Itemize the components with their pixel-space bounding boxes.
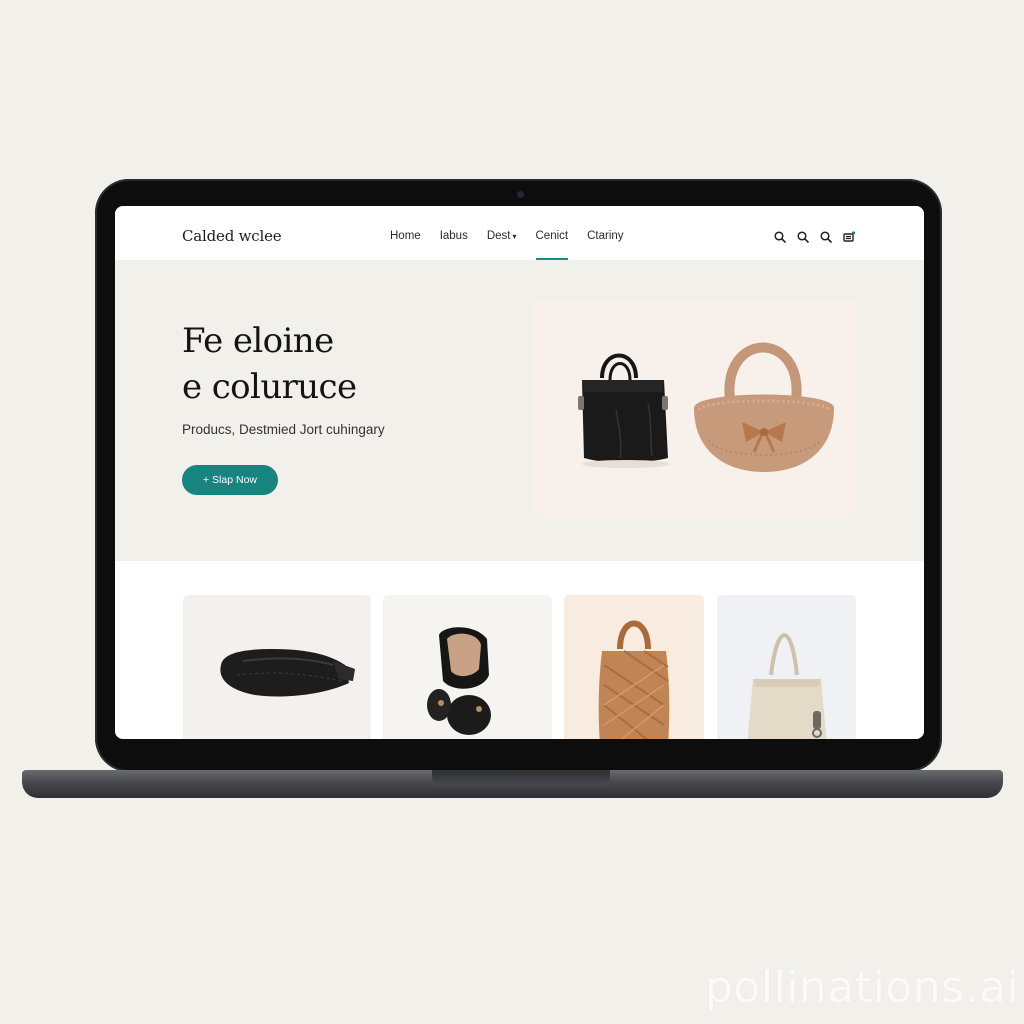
- nav-item-dest[interactable]: Dest ▾: [487, 206, 517, 260]
- main-nav: Home Iabus Dest ▾ Cenict Ctariny: [390, 206, 643, 260]
- hero-product-image: [534, 300, 857, 518]
- watermark: pollinations.ai: [705, 962, 1020, 1013]
- product-image: [220, 649, 355, 697]
- search-icon[interactable]: [773, 230, 787, 244]
- nav-item-iabus[interactable]: Iabus: [440, 206, 468, 260]
- nav-label: Ctariny: [587, 230, 624, 242]
- cart-icon[interactable]: [842, 230, 856, 244]
- product-image: [598, 620, 670, 739]
- shop-now-button[interactable]: + Slap Now: [182, 465, 278, 495]
- handbags-illustration: [578, 342, 834, 472]
- site-header: Calded wclee Home Iabus Dest ▾ Cenict Cta…: [115, 206, 924, 261]
- hero-subtitle: Producs, Destmied Jort cuhingary: [182, 422, 385, 437]
- chevron-down-icon: ▾: [512, 232, 517, 241]
- laptop-screen: Calded wclee Home Iabus Dest ▾ Cenict Cta…: [115, 206, 924, 739]
- search-icon[interactable]: [796, 230, 810, 244]
- hero-section: Fe eloine e coluruce Producs, Destmied J…: [115, 260, 924, 561]
- nav-label: Iabus: [439, 230, 468, 242]
- product-card[interactable]: [183, 595, 371, 739]
- search-icon[interactable]: [819, 230, 833, 244]
- nav-label: Dest: [486, 230, 511, 242]
- laptop-base-notch: [432, 770, 610, 786]
- nav-item-ctariny[interactable]: Ctariny: [587, 206, 623, 260]
- nav-item-home[interactable]: Home: [390, 206, 421, 260]
- nav-item-cenict[interactable]: Cenict: [535, 206, 569, 260]
- site-logo[interactable]: Calded wclee: [182, 227, 282, 245]
- hero-title-line: Fe eloine: [182, 321, 334, 361]
- webcam: [517, 191, 524, 198]
- product-image: [427, 627, 491, 735]
- hero-title-line: e coluruce: [182, 367, 357, 407]
- hero-title: Fe eloine e coluruce: [182, 318, 482, 410]
- nav-label: Home: [390, 230, 421, 242]
- product-card[interactable]: [717, 595, 856, 739]
- product-grid: [115, 561, 924, 739]
- product-card[interactable]: [383, 595, 552, 739]
- product-card[interactable]: [564, 595, 704, 739]
- product-image: [747, 633, 827, 739]
- nav-label: Cenict: [535, 230, 569, 242]
- header-icons: [773, 230, 856, 244]
